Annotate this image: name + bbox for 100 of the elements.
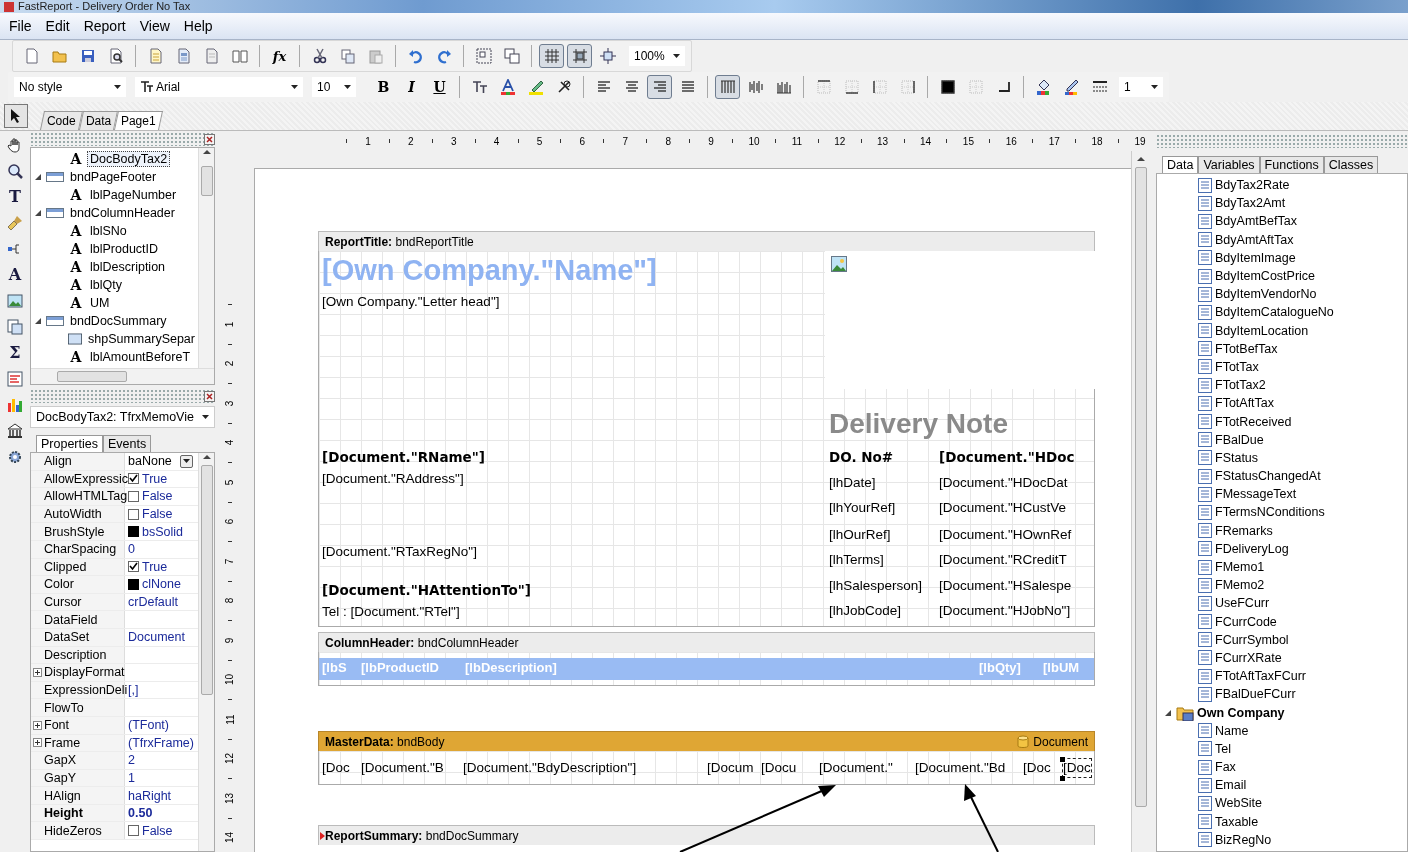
underline-button[interactable]: U (427, 75, 452, 99)
snap-to-grid-icon[interactable] (567, 44, 592, 68)
resize-handle[interactable] (1060, 776, 1065, 781)
scroll-thumb[interactable] (57, 371, 127, 382)
brush-icon[interactable] (6, 214, 24, 232)
field-item[interactable]: FDeliveryLog (1215, 541, 1289, 556)
field-item[interactable]: BdyAmtBefTax (1215, 214, 1297, 229)
memo-tool-icon[interactable]: A (6, 266, 24, 284)
report-field[interactable]: [Document."RAddress"] (322, 470, 464, 488)
picture-icon[interactable] (6, 292, 24, 310)
tree-item[interactable]: lblDescription (87, 259, 169, 275)
scroll-thumb[interactable] (200, 166, 213, 196)
report-field[interactable]: [Document."HDocDat (939, 474, 1068, 492)
field-item[interactable]: FCurrXRate (1215, 650, 1282, 665)
zoom-icon[interactable] (6, 162, 24, 180)
rich-text-icon[interactable] (6, 370, 24, 388)
field-item[interactable]: FStatusChangedAt (1215, 469, 1321, 484)
field-item[interactable]: FCurrSymbol (1215, 632, 1289, 647)
checkbox[interactable] (128, 508, 139, 520)
report-field[interactable]: [Docu (761, 759, 797, 777)
dataset-item[interactable]: Own Company (1197, 705, 1285, 720)
function-button[interactable]: fx (267, 44, 292, 68)
field-item[interactable]: BizRegNo (1215, 832, 1272, 847)
expand-arrow-icon[interactable] (33, 209, 43, 217)
report-field[interactable]: [Document."HSalespe (939, 577, 1072, 595)
field-item[interactable]: FMemo2 (1215, 578, 1265, 593)
field-item[interactable]: FTotReceived (1215, 414, 1292, 429)
line-width-dropdown[interactable]: 1 (1119, 77, 1163, 97)
scrollbar[interactable] (31, 368, 214, 384)
menu-item[interactable]: Report (76, 14, 133, 38)
grip-handle[interactable] (1156, 134, 1408, 148)
scroll-up-icon[interactable] (1137, 155, 1145, 163)
bank-icon[interactable] (6, 422, 24, 440)
expand-icon[interactable] (33, 738, 42, 748)
field-item[interactable]: FBalDueFCurr (1215, 687, 1296, 702)
field-item[interactable]: BdyItemCostPrice (1215, 269, 1316, 284)
zoom-dropdown[interactable]: 100% (629, 46, 685, 66)
report-field[interactable]: [lhOurRef] (829, 526, 891, 544)
tree-item[interactable]: lblQty (87, 277, 125, 293)
field-item[interactable]: BdyItemCatalogueNo (1215, 305, 1334, 320)
checkbox[interactable] (128, 473, 139, 485)
field-item[interactable]: FTotTax (1215, 359, 1259, 374)
report-field[interactable]: [Doc (1063, 759, 1091, 777)
page-tab[interactable]: Data (78, 111, 119, 130)
page-tab[interactable]: Code (40, 111, 83, 130)
band-header[interactable]: ReportTitle: bndReportTitle (318, 231, 1095, 251)
object-dropdown[interactable]: DocBodyTax2: TfrxMemoVie (30, 406, 215, 428)
report-field[interactable]: [Doc (322, 759, 350, 777)
italic-button[interactable]: I (399, 75, 424, 99)
scroll-up-icon[interactable] (202, 453, 211, 461)
tree-item[interactable]: lblPageNumber (87, 187, 180, 203)
field-item[interactable]: BdyAmtAftTax (1215, 232, 1294, 247)
bar-chart-icon[interactable] (6, 396, 24, 414)
scrollbar[interactable] (198, 453, 214, 851)
field-item[interactable]: WebSite (1215, 796, 1262, 811)
font-dropdown[interactable]: Arial (135, 77, 303, 97)
data-tab[interactable]: Classes (1323, 156, 1379, 173)
tree-item[interactable]: shpSummarySepar (85, 331, 198, 347)
field-item[interactable]: FCurrCode (1215, 614, 1277, 629)
report-field[interactable]: [Document."RTaxRegNo"] (322, 543, 477, 561)
expand-arrow-icon[interactable] (33, 317, 43, 325)
field-item[interactable]: FMemo1 (1215, 560, 1265, 575)
tree-item[interactable]: UM (87, 295, 113, 311)
field-item[interactable]: BdyItemVendorNo (1215, 287, 1317, 302)
report-field[interactable]: [lhJobCode] (829, 602, 902, 620)
style-dropdown[interactable]: No style (14, 77, 126, 97)
report-field[interactable]: [lhSalesperson] (829, 577, 923, 595)
report-field[interactable]: [Doc (1023, 759, 1051, 777)
field-item[interactable]: BdyTax2Rate (1215, 178, 1290, 193)
expand-arrow-icon[interactable] (33, 173, 43, 181)
report-field[interactable]: [Document."HAttentionTo"] (322, 581, 531, 599)
field-item[interactable]: BdyItemLocation (1215, 323, 1309, 338)
band-header[interactable]: ReportSummary: bndDocSummary (318, 825, 1095, 845)
page-tab[interactable]: Page1 (114, 111, 163, 130)
sum-icon[interactable]: Σ (6, 344, 24, 362)
field-item[interactable]: UseFCurr (1215, 596, 1270, 611)
grid-icon[interactable] (539, 44, 564, 68)
tree-item[interactable]: bndPageFooter (67, 169, 160, 185)
scrollbar[interactable] (1131, 151, 1150, 852)
report-field[interactable]: [Own Company."Letter head"] (322, 293, 500, 311)
menu-item[interactable]: Edit (38, 14, 77, 38)
field-item[interactable]: Tel (1215, 741, 1231, 756)
tree-item[interactable]: lblAmountBeforeT (87, 349, 194, 365)
text-tool-icon[interactable]: T (6, 188, 24, 206)
field-item[interactable]: Taxable (1215, 814, 1259, 829)
report-field[interactable]: [Document."HCustVe (939, 499, 1067, 517)
inspector-tab[interactable]: Events (103, 435, 152, 452)
scroll-up-icon[interactable] (202, 148, 211, 156)
report-field[interactable]: [Docum (707, 759, 754, 777)
report-field[interactable]: [Document."HOwnRef (939, 526, 1072, 544)
menu-item[interactable]: Help (176, 14, 220, 38)
band-header[interactable]: ColumnHeader: bndColumnHeader (318, 632, 1095, 652)
grip-handle[interactable] (30, 389, 215, 403)
field-item[interactable]: Name (1215, 723, 1249, 738)
checkbox[interactable] (128, 561, 139, 573)
close-icon[interactable] (204, 390, 215, 402)
report-field[interactable]: [Document."BdyDescription"] (463, 759, 637, 777)
gear-icon[interactable] (6, 448, 24, 466)
field-item[interactable]: FTotAftTaxFCurr (1215, 669, 1306, 684)
report-field[interactable]: Tel : [Document."RTel"] (322, 603, 460, 621)
